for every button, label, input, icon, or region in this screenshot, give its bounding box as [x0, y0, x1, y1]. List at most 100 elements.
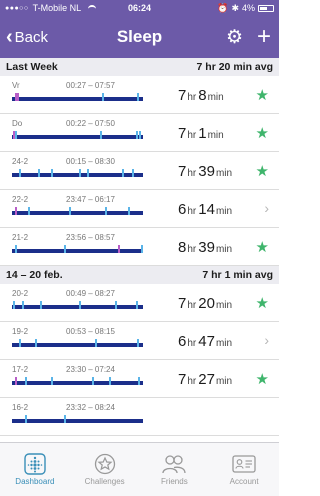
section-title: 14 – 20 feb. [6, 269, 63, 281]
sleep-pattern-bar [12, 415, 143, 423]
tab-challenges[interactable]: Challenges [70, 443, 140, 496]
restless-mark [14, 207, 17, 215]
status-bar: ●●●○○ T-Mobile NL 06:24 ⏰ ✱ 4% [0, 0, 279, 16]
awake-mark [50, 169, 53, 177]
back-label: Back [14, 28, 49, 46]
hours-unit: hr [187, 376, 197, 387]
carrier-info: ●●●○○ T-Mobile NL [5, 3, 97, 13]
hours-unit: hr [187, 168, 197, 179]
awake-mark [128, 207, 131, 215]
chevron-left-icon: ‹ [6, 26, 13, 48]
sleep-pattern-bar [12, 131, 143, 139]
sleep-duration: 7hr 20min [178, 295, 234, 313]
alarm-icon: ⏰ [217, 2, 229, 13]
star-badge-icon [92, 453, 118, 475]
duration-hours: 6 [178, 201, 187, 218]
duration-hours: 7 [178, 163, 187, 180]
awake-mark [121, 169, 124, 177]
battery-icon [258, 4, 274, 12]
sleep-duration: 7hr 39min [178, 163, 234, 181]
sleep-pattern-bar [12, 93, 143, 101]
back-button[interactable]: ‹ Back [0, 27, 48, 47]
sleep-pattern-bar [12, 245, 143, 253]
sleep-log-row[interactable]: 21-2 23:56 – 08:57 8hr 39min ★ [0, 228, 279, 266]
duration-hours: 7 [178, 371, 187, 388]
minutes-unit: min [215, 168, 233, 179]
hours-unit: hr [187, 92, 197, 103]
sleep-date: 17-2 [12, 365, 29, 374]
sleep-time-range: 23:32 – 08:24 [66, 403, 115, 412]
awake-mark [92, 377, 94, 385]
awake-mark [18, 339, 21, 347]
duration-hours: 8 [178, 239, 187, 256]
tab-label: Friends [161, 477, 188, 486]
section-header: 14 – 20 feb. 7 hr 1 min avg [0, 266, 279, 284]
sleep-log-row[interactable]: 22-2 23:47 – 06:17 6hr 14min › [0, 190, 279, 228]
sleep-time-range: 00:15 – 08:30 [66, 157, 115, 166]
sleep-log-row[interactable]: 17-2 23:30 – 07:24 7hr 27min ★ [0, 360, 279, 398]
section-average: 7 hr 1 min avg [202, 269, 273, 281]
minutes-unit: min [215, 376, 233, 387]
section-title: Last Week [6, 61, 58, 73]
sleep-time-range: 00:49 – 08:27 [66, 289, 115, 298]
nav-actions: ⚙ + [226, 25, 279, 49]
awake-mark [132, 169, 134, 177]
sleep-duration: 7hr 1min [178, 125, 226, 143]
hours-unit: hr [187, 130, 197, 141]
add-button[interactable]: + [257, 25, 271, 49]
sleep-pattern-bar [12, 169, 143, 177]
duration-minutes: 27 [198, 371, 215, 388]
tab-friends[interactable]: Friends [140, 443, 210, 496]
minutes-unit: min [207, 130, 224, 141]
goal-met-star-icon: ★ [255, 239, 269, 256]
goal-met-star-icon: ★ [255, 295, 269, 312]
hours-unit: hr [187, 206, 197, 217]
awake-mark [35, 339, 38, 347]
goal-met-star-icon: ★ [255, 125, 269, 142]
awake-mark [139, 131, 142, 139]
sleep-time-range: 00:27 – 07:57 [66, 81, 115, 90]
sleep-log-row[interactable]: 24-2 00:15 – 08:30 7hr 39min ★ [0, 152, 279, 190]
sleep-pattern-bar [12, 301, 143, 309]
awake-mark [27, 207, 30, 215]
sleep-log-row[interactable]: Vr 00:27 – 07:57 7hr 8min ★ [0, 76, 279, 114]
sleep-time-range: 00:53 – 08:15 [66, 327, 115, 336]
goal-met-star-icon: ★ [255, 87, 269, 104]
battery-percent: 4% [241, 3, 255, 13]
tab-label: Challenges [84, 477, 125, 486]
minutes-unit: min [215, 244, 233, 255]
sleep-pattern-bar [12, 377, 143, 385]
sleep-duration: 8hr 39min [178, 239, 234, 257]
sleep-log-list[interactable]: Last Week 7 hr 20 min avg Vr 00:27 – 07:57 7… [0, 58, 279, 442]
sleep-time-range: 23:30 – 07:24 [66, 365, 115, 374]
restless-mark [16, 93, 19, 101]
awake-mark [86, 169, 89, 177]
sleep-log-row[interactable]: 16-2 23:32 – 08:24 [0, 398, 279, 436]
hours-unit: hr [187, 338, 197, 349]
clock: 06:24 [127, 3, 152, 13]
tab-label: Dashboard [15, 477, 55, 486]
restless-mark [14, 377, 17, 385]
signal-strength-icon: ●●●○○ [5, 4, 29, 12]
awake-mark [18, 169, 21, 177]
minutes-unit: min [215, 300, 233, 311]
sleep-log-row[interactable]: Do 00:22 – 07:50 7hr 1min ★ [0, 114, 279, 152]
gear-icon[interactable]: ⚙ [226, 26, 243, 49]
duration-hours: 6 [178, 333, 187, 350]
awake-mark [137, 93, 140, 101]
sleep-date: 21-2 [12, 233, 29, 242]
tab-dashboard[interactable]: Dashboard [0, 443, 70, 496]
section-average: 7 hr 20 min avg [196, 61, 273, 73]
sleep-log-row[interactable]: 19-2 00:53 – 08:15 6hr 47min › [0, 322, 279, 360]
sleep-duration: 7hr 27min [178, 371, 234, 389]
sleep-duration: 6hr 47min [178, 333, 234, 351]
sleep-log-row[interactable]: 20-2 00:49 – 08:27 7hr 20min ★ [0, 284, 279, 322]
sleep-duration: 7hr 8min [178, 87, 226, 105]
awake-mark [94, 339, 97, 347]
tab-account[interactable]: Account [209, 443, 279, 496]
duration-minutes: 8 [198, 87, 207, 104]
sleep-time-range: 23:56 – 08:57 [66, 233, 115, 242]
awake-mark [104, 207, 107, 215]
duration-minutes: 39 [198, 163, 215, 180]
awake-mark [68, 207, 71, 215]
